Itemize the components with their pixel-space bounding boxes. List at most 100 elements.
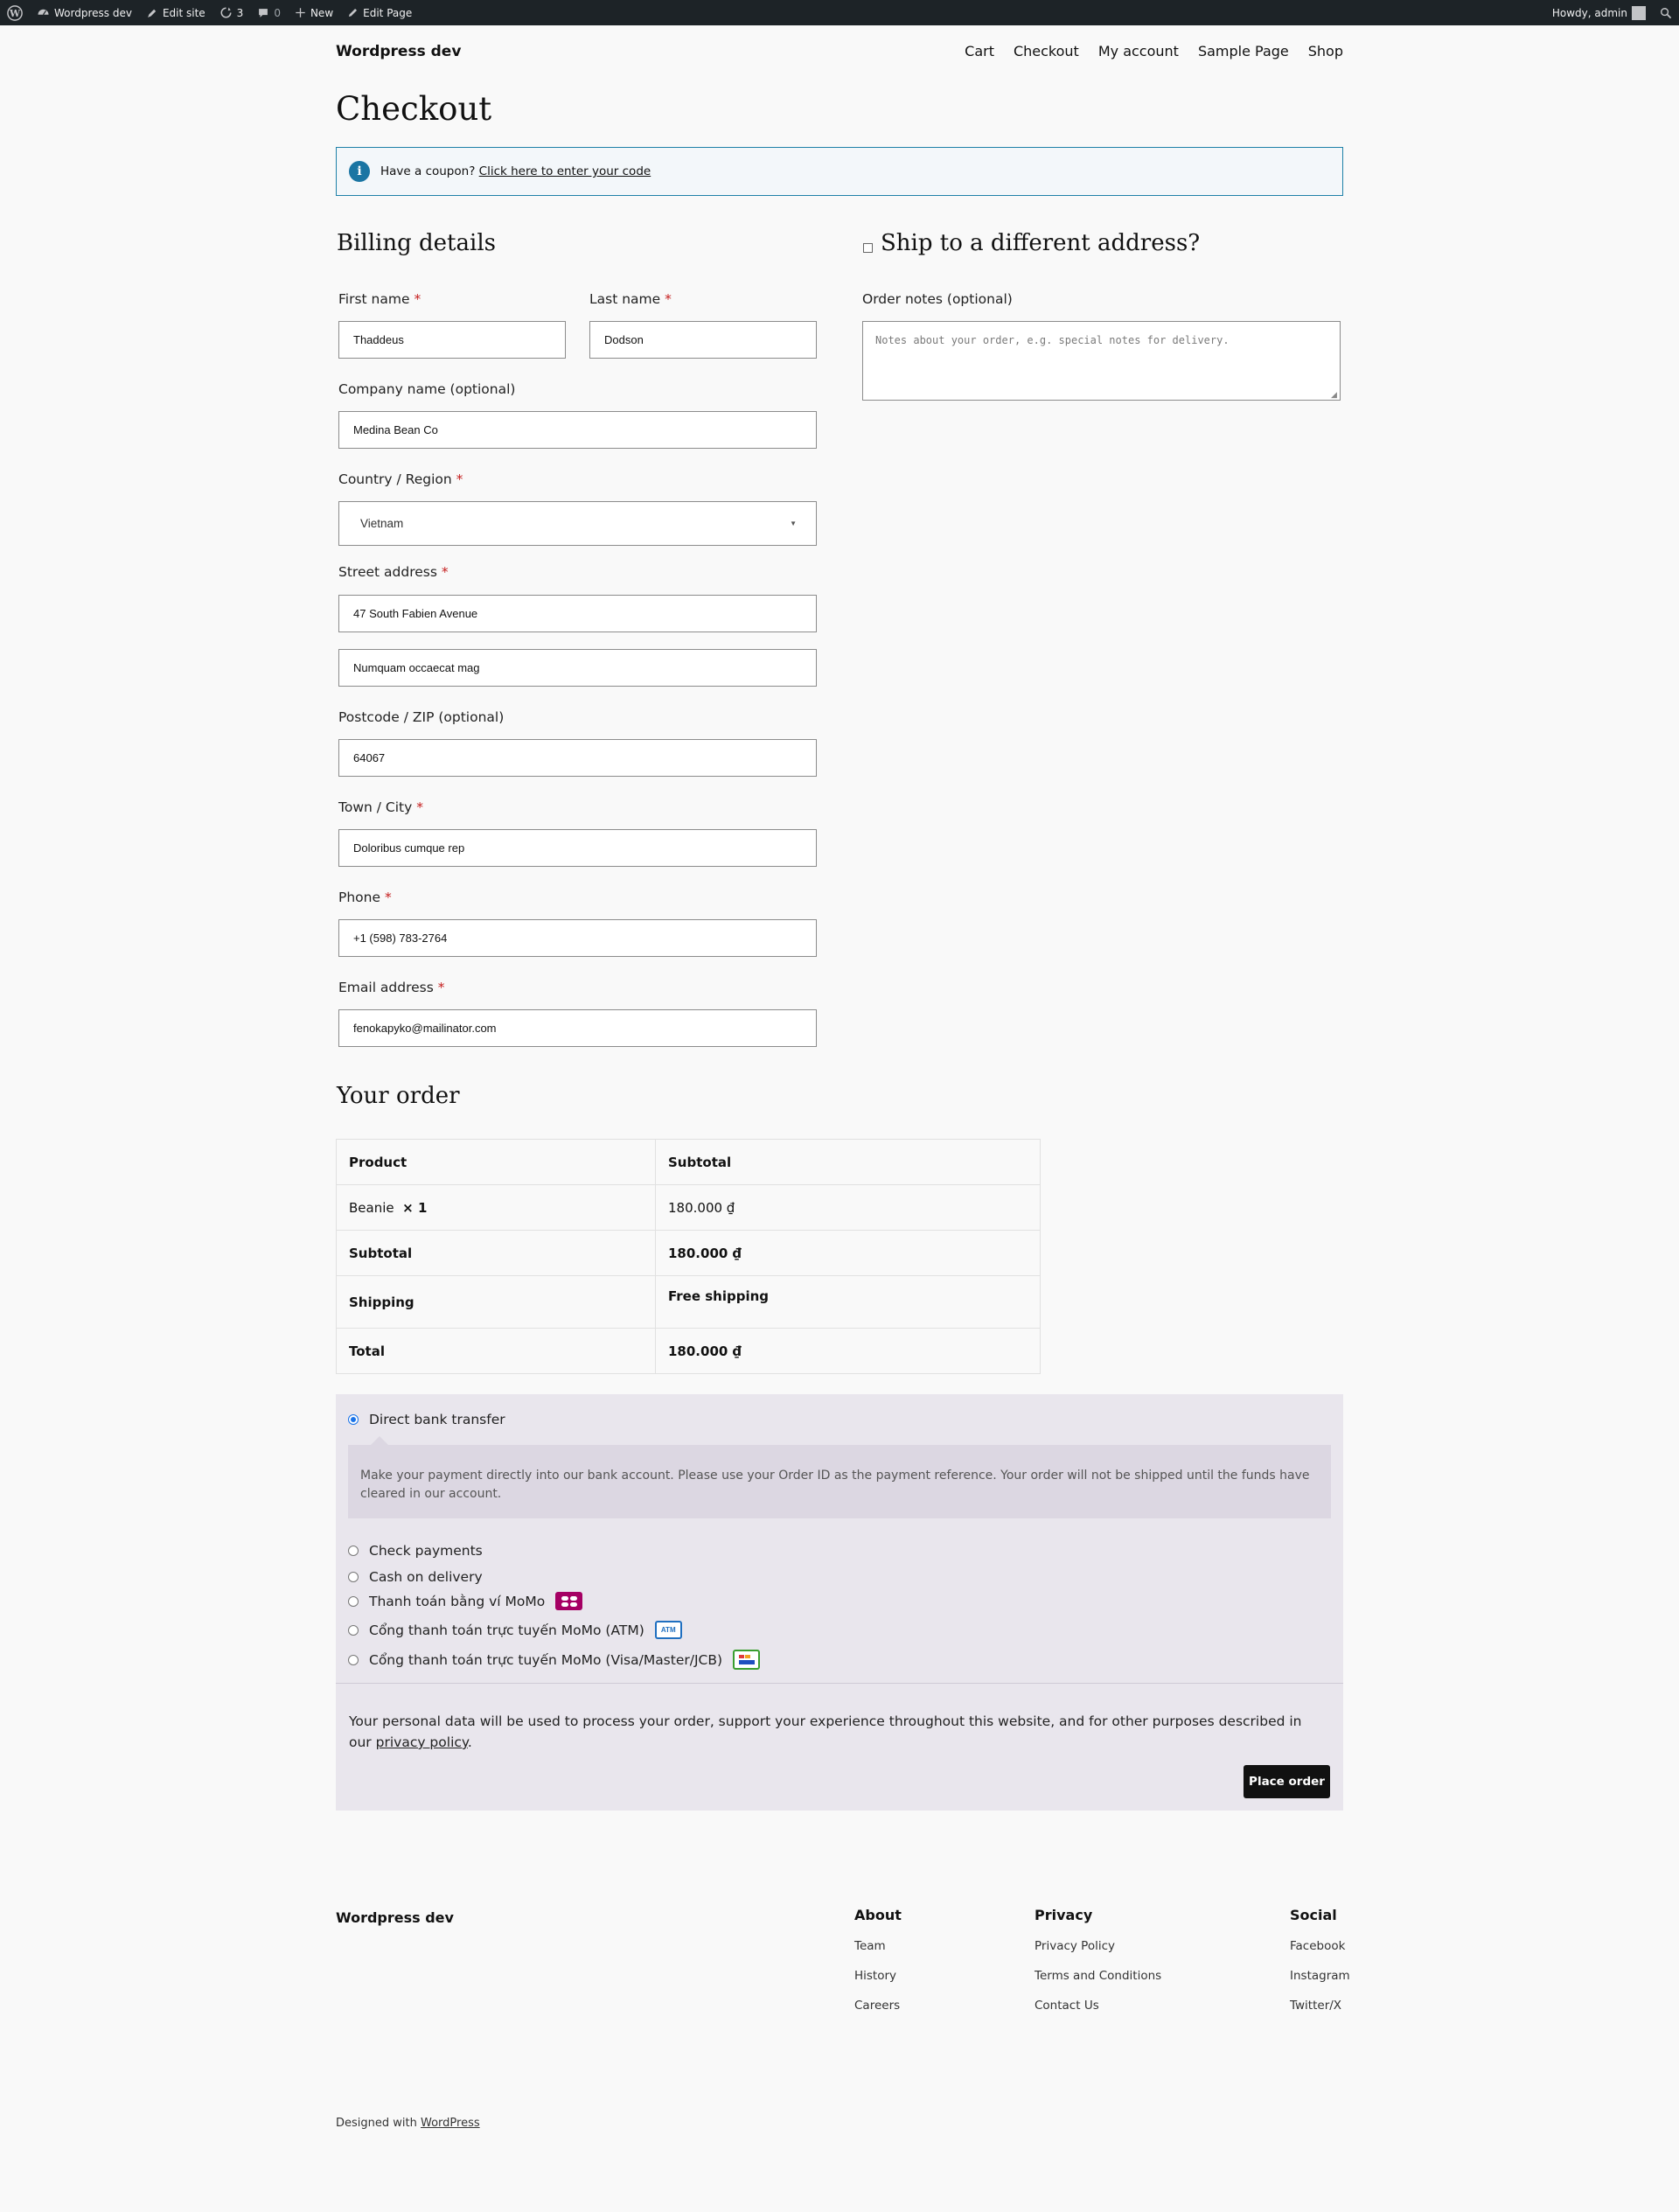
item-name: Beanie <box>349 1199 394 1216</box>
order-notes-input[interactable] <box>862 321 1341 401</box>
city-input[interactable] <box>338 829 817 867</box>
footer-about-column: About Team History Careers <box>854 1907 902 2013</box>
privacy-notice: Your personal data will be used to proce… <box>349 1711 1328 1753</box>
footer-link-terms[interactable]: Terms and Conditions <box>1035 1969 1161 1983</box>
last-name-input[interactable] <box>589 321 817 359</box>
table-row: Subtotal 180.000 ₫ <box>336 1230 1041 1276</box>
credit-card-icon <box>733 1650 761 1670</box>
phone-input[interactable] <box>338 919 817 957</box>
resize-handle-icon[interactable]: ◢ <box>1331 391 1337 400</box>
subtotal-value: 180.000 ₫ <box>655 1230 1041 1276</box>
street-address-1-input[interactable] <box>338 595 817 632</box>
country-select[interactable]: Vietnam ▼ <box>338 501 817 546</box>
comments-button[interactable]: 0 <box>250 0 288 25</box>
momo-card-radio[interactable] <box>348 1654 359 1665</box>
momo-wallet-radio[interactable] <box>348 1595 359 1607</box>
first-name-input[interactable] <box>338 321 566 359</box>
item-qty: × 1 <box>402 1199 428 1216</box>
order-review-table: Product Subtotal Beanie × 1 180.000 ₫ Su… <box>336 1139 1041 1374</box>
cod-radio[interactable] <box>348 1572 359 1582</box>
payment-method-label[interactable]: Thanh toán bằng ví MoMo <box>369 1594 545 1609</box>
bacs-radio[interactable] <box>348 1414 359 1425</box>
payment-method-momo-atm[interactable]: Cổng thanh toán trực tuyến MoMo (ATM) AT… <box>348 1621 682 1639</box>
footer-site-title[interactable]: Wordpress dev <box>336 1909 454 1926</box>
site-title[interactable]: Wordpress dev <box>336 43 461 60</box>
wordpress-logo-button[interactable]: W <box>0 0 30 25</box>
footer-link-history[interactable]: History <box>854 1969 902 1983</box>
new-content-button[interactable]: New <box>288 0 340 25</box>
nav-checkout[interactable]: Checkout <box>1014 43 1079 59</box>
new-label: New <box>310 6 334 19</box>
footer-link-privacy-policy[interactable]: Privacy Policy <box>1035 1939 1161 1953</box>
place-order-button[interactable]: Place order <box>1244 1765 1330 1798</box>
wordpress-link[interactable]: WordPress <box>421 2117 480 2130</box>
edit-page-button[interactable]: Edit Page <box>340 0 419 25</box>
nav-sample-page[interactable]: Sample Page <box>1198 43 1289 59</box>
edit-site-button[interactable]: Edit site <box>139 0 212 25</box>
payment-method-label[interactable]: Check payments <box>369 1543 483 1559</box>
coupon-text: Have a coupon? <box>380 164 476 178</box>
phone-label: Phone * <box>338 890 392 905</box>
postcode-input[interactable] <box>338 739 817 777</box>
coupon-notice: i Have a coupon? Click here to enter you… <box>336 147 1343 196</box>
footer-link-twitter[interactable]: Twitter/X <box>1290 1999 1350 2013</box>
atm-card-icon: ATM <box>654 1621 682 1639</box>
required-mark: * <box>384 890 392 905</box>
main-nav: Cart Checkout My account Sample Page Sho… <box>965 43 1343 59</box>
svg-text:W: W <box>9 8 21 19</box>
nav-cart[interactable]: Cart <box>965 43 994 59</box>
subtotal-column-header: Subtotal <box>655 1139 1041 1185</box>
street-label: Street address * <box>338 564 449 580</box>
caret-down-icon: ▼ <box>790 520 797 527</box>
coupon-link[interactable]: Click here to enter your code <box>479 164 651 178</box>
footer-link-facebook[interactable]: Facebook <box>1290 1939 1350 1953</box>
email-input[interactable] <box>338 1009 817 1047</box>
payment-method-label[interactable]: Direct bank transfer <box>369 1412 505 1427</box>
updates-button[interactable]: 3 <box>212 0 251 25</box>
required-mark: * <box>416 799 423 815</box>
payment-method-label[interactable]: Cash on delivery <box>369 1569 483 1585</box>
admin-site-name[interactable]: Wordpress dev <box>30 0 139 25</box>
payment-method-momo-card[interactable]: Cổng thanh toán trực tuyến MoMo (Visa/Ma… <box>348 1650 761 1670</box>
updates-count: 3 <box>236 6 244 19</box>
subtotal-label: Subtotal <box>336 1230 656 1276</box>
my-account-menu[interactable]: Howdy, admin <box>1545 0 1653 25</box>
footer-about-title: About <box>854 1907 902 1923</box>
required-mark: * <box>437 980 445 995</box>
footer-social-title: Social <box>1290 1907 1337 1923</box>
payment-method-cheque[interactable]: Check payments <box>348 1543 483 1559</box>
nav-my-account[interactable]: My account <box>1098 43 1179 59</box>
ship-different-heading[interactable]: Ship to a different address? <box>881 230 1200 256</box>
street-label-text: Street address <box>338 564 437 580</box>
privacy-policy-link[interactable]: privacy policy <box>376 1734 468 1750</box>
privacy-end: . <box>467 1734 472 1750</box>
momo-atm-radio[interactable] <box>348 1624 359 1636</box>
footer-privacy-title: Privacy <box>1035 1907 1093 1923</box>
nav-shop[interactable]: Shop <box>1308 43 1343 59</box>
payment-method-label[interactable]: Cổng thanh toán trực tuyến MoMo (ATM) <box>369 1622 644 1638</box>
admin-site-name-label: Wordpress dev <box>54 6 132 19</box>
footer-link-contact[interactable]: Contact Us <box>1035 1999 1161 2013</box>
street-address-2-input[interactable] <box>338 649 817 687</box>
cheque-radio[interactable] <box>348 1546 359 1556</box>
footer-social-column: Social Facebook Instagram Twitter/X <box>1290 1907 1350 2013</box>
wordpress-icon: W <box>7 4 23 21</box>
first-name-label: First name * <box>338 291 421 307</box>
company-input[interactable] <box>338 411 817 449</box>
payment-method-label[interactable]: Cổng thanh toán trực tuyến MoMo (Visa/Ma… <box>369 1652 722 1668</box>
footer-link-instagram[interactable]: Instagram <box>1290 1969 1350 1983</box>
payment-method-cod[interactable]: Cash on delivery <box>348 1569 483 1585</box>
required-mark: * <box>456 471 463 487</box>
table-row: Shipping Free shipping <box>336 1275 1041 1329</box>
payment-method-bacs[interactable]: Direct bank transfer <box>348 1412 505 1427</box>
payment-method-momo-wallet[interactable]: Thanh toán bằng ví MoMo <box>348 1592 583 1610</box>
product-column-header: Product <box>336 1139 656 1185</box>
footer-link-team[interactable]: Team <box>854 1939 902 1953</box>
shipping-label: Shipping <box>336 1275 656 1329</box>
your-order-heading: Your order <box>337 1083 460 1109</box>
admin-search-button[interactable] <box>1653 0 1679 25</box>
table-row: Product Subtotal <box>336 1139 1041 1185</box>
ship-different-checkbox[interactable] <box>863 243 873 253</box>
footer-link-careers[interactable]: Careers <box>854 1999 902 2013</box>
first-name-label-text: First name <box>338 291 410 307</box>
